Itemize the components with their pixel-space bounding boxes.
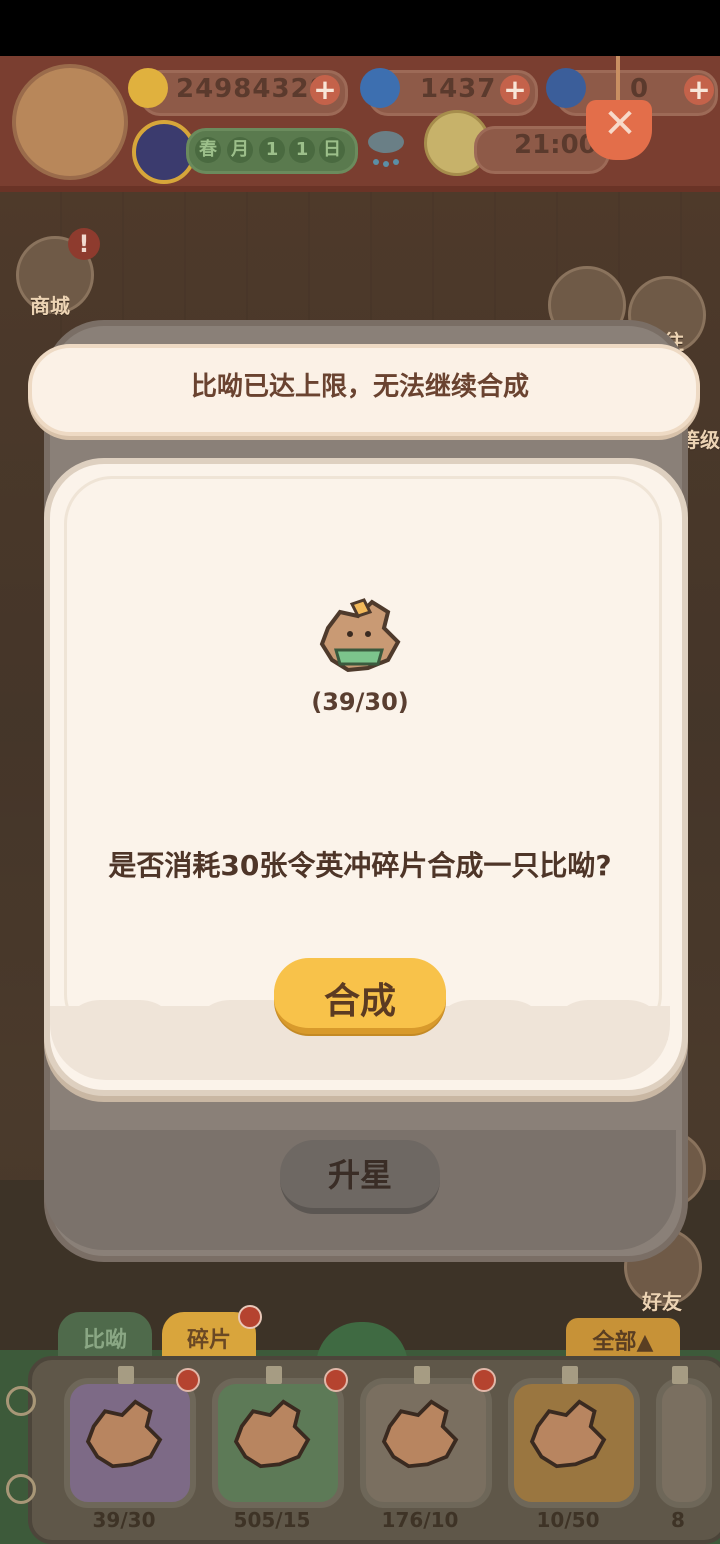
add-blue-banana-button[interactable]: + (684, 75, 714, 105)
date-char: 春 (195, 137, 221, 163)
player-avatar[interactable] (12, 64, 128, 180)
card-count-label: 8 (671, 1508, 685, 1532)
time-value: 21:00 (514, 130, 597, 160)
banana-value: 24984328 (176, 74, 329, 104)
flame-value: 1437 (420, 74, 497, 104)
status-bar (0, 0, 720, 56)
wave-bump (548, 1000, 668, 1040)
card-pin (266, 1366, 282, 1384)
banana-icon (128, 68, 168, 108)
date-char: 1 (289, 137, 315, 163)
notification-dot (472, 1368, 496, 1392)
close-tag-rope (616, 56, 620, 106)
fragment-puzzle-icon (319, 598, 401, 673)
notification-dot (238, 1305, 262, 1329)
combine-button-label: 合成 (323, 981, 396, 1022)
date-char: 月 (227, 137, 253, 163)
combine-question: 是否消耗30张令英冲碎片合成一只比呦? (108, 849, 612, 882)
card-count-label: 39/30 (92, 1508, 156, 1532)
tab-fragments-label: 碎片 (186, 1328, 231, 1353)
upgrade-star-label: 升星 (327, 1156, 392, 1194)
fragment-puzzle-icon (233, 1399, 311, 1469)
shop-label: 商城 (30, 294, 70, 318)
wave-bump (60, 1000, 180, 1040)
filter-all-label: 全部▲ (592, 1330, 654, 1355)
card-count-label: 176/10 (381, 1508, 459, 1532)
date-char: 日 (319, 137, 345, 163)
alert-badge-icon: ! (68, 228, 100, 260)
friends-label: 好友 (642, 1290, 682, 1314)
fragment-puzzle-icon (381, 1399, 459, 1469)
card-count-label: 10/50 (536, 1508, 600, 1532)
binder-ring (6, 1474, 36, 1504)
card-pin (118, 1366, 134, 1384)
date-display: 春 月 1 1 日 (186, 128, 358, 174)
fragment-puzzle-icon (85, 1399, 163, 1469)
fragment-count: (39/30) (311, 688, 409, 716)
notification-dot (176, 1368, 200, 1392)
fragment-puzzle-icon (529, 1399, 607, 1469)
close-icon: ✕ (603, 101, 637, 147)
tab-bibo-label: 比呦 (82, 1328, 127, 1353)
add-banana-button[interactable]: + (310, 75, 340, 105)
wave-bump (430, 1000, 550, 1040)
fragment-card[interactable] (656, 1378, 712, 1508)
add-flame-button[interactable]: + (500, 75, 530, 105)
notification-dot (324, 1368, 348, 1392)
card-pin (562, 1366, 578, 1384)
blue-flame-icon (360, 68, 400, 108)
binder-ring (6, 1386, 36, 1416)
blue-banana-icon (546, 68, 586, 108)
card-pin (414, 1366, 430, 1384)
limit-toast-text: 比呦已达上限，无法继续合成 (190, 372, 529, 402)
date-char: 1 (259, 137, 285, 163)
card-count-label: 505/15 (233, 1508, 311, 1532)
card-pin (672, 1366, 688, 1384)
rain-cloud-icon (368, 131, 404, 167)
